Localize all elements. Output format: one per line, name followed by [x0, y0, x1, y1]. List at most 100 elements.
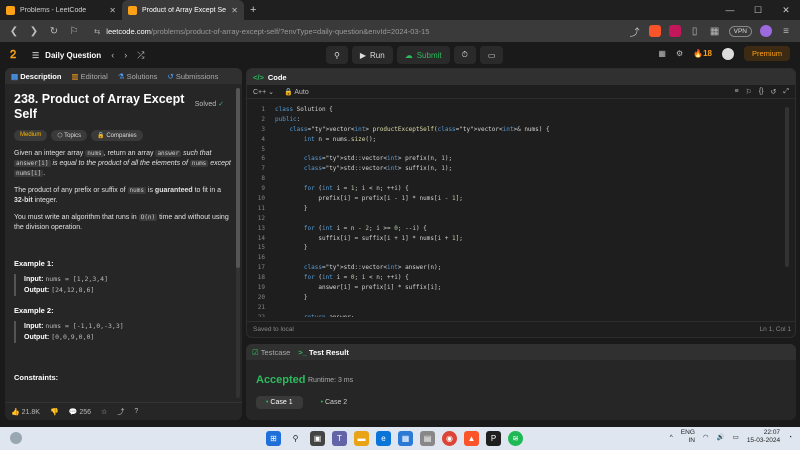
language-indicator[interactable]: ENG IN [681, 429, 695, 445]
tab-editorial[interactable]: ▥ Editorial [71, 72, 107, 81]
share-button[interactable]: ⤴ [117, 407, 124, 417]
format-icon[interactable]: ≡ [734, 88, 738, 96]
run-button[interactable]: ▶ Run [351, 46, 393, 64]
minimize-icon[interactable]: — [716, 0, 744, 20]
code-line[interactable]: 10 prefix[i] = prefix[i - 1] * nums[i - … [247, 194, 795, 204]
code-line[interactable]: 9 for (int i = 1; i < n; ++i) { [247, 184, 795, 194]
code-editor[interactable]: 1 class Solution {2 public: 3 class="ty">ve… [247, 105, 795, 317]
notification-icon[interactable]: ◔ [788, 434, 792, 441]
code-line[interactable]: 6 class="ty">std::vector<int> prefix(n, … [247, 154, 795, 164]
store-icon[interactable]: ▦ [398, 431, 413, 446]
code-line[interactable]: 8 [247, 174, 795, 184]
maximize-icon[interactable]: ☐ [744, 0, 772, 20]
close-tab-icon[interactable]: ✕ [109, 6, 116, 15]
comments-button[interactable]: 💬 256 [69, 408, 91, 416]
teams-icon[interactable]: T [332, 431, 347, 446]
tab-description[interactable]: ▤ Description [11, 72, 61, 81]
code-line[interactable]: 15 } [247, 243, 795, 253]
url-field[interactable]: ⇆ leetcode.com/problems/product-of-array… [88, 23, 621, 39]
language-select[interactable]: C++ ⌄ [253, 88, 274, 96]
new-tab-button[interactable]: + [250, 4, 256, 16]
sidebar-icon[interactable]: ▯ [689, 26, 701, 37]
profile-icon[interactable] [760, 25, 772, 37]
spotify-icon[interactable]: ≋ [508, 431, 523, 446]
tray-chevron-icon[interactable]: ^ [670, 434, 673, 441]
reset-icon[interactable]: ↺ [771, 88, 777, 96]
tab-submissions[interactable]: ↺ Submissions [167, 72, 218, 81]
wifi-icon[interactable]: ◠ [703, 433, 709, 441]
code-line[interactable]: 7 class="ty">std::vector<int> suffix(n, … [247, 164, 795, 174]
problem-title[interactable]: 238. Product of Array Except Self [14, 92, 194, 122]
fullscreen-icon[interactable]: ⤢ [783, 88, 789, 96]
app-icon[interactable]: ▤ [420, 431, 435, 446]
bookmark-icon[interactable]: ⚐ [68, 26, 80, 37]
case-1-tab[interactable]: • Case 1 [256, 396, 303, 409]
site-settings-icon[interactable]: ⇆ [94, 27, 100, 36]
problem-scrollbar[interactable] [236, 88, 240, 398]
code-line[interactable]: 2 public: [247, 115, 795, 125]
edge-icon[interactable]: e [376, 431, 391, 446]
extensions-icon[interactable]: ▦ [709, 26, 721, 37]
avatar[interactable] [721, 47, 734, 60]
pycharm-icon[interactable]: P [486, 431, 501, 446]
scrollbar-thumb[interactable] [236, 88, 240, 268]
menu-icon[interactable]: ≡ [780, 26, 792, 37]
browser-tab-problems[interactable]: Problems - LeetCode ✕ [0, 0, 122, 20]
timer-button[interactable]: ⏱ [453, 46, 476, 64]
submit-button[interactable]: ☁ Submit [396, 46, 450, 64]
battery-icon[interactable]: ▭ [733, 433, 739, 441]
premium-button[interactable]: Premium [743, 46, 790, 61]
editor-scrollbar[interactable] [785, 107, 789, 267]
brave-icon[interactable]: ▲ [464, 431, 479, 446]
forward-icon[interactable]: ❯ [28, 26, 40, 37]
case-2-tab[interactable]: • Case 2 [311, 396, 358, 409]
search-icon[interactable]: ⚲ [288, 431, 303, 446]
reload-icon[interactable]: ↻ [48, 26, 60, 37]
code-line[interactable]: 21 [247, 303, 795, 313]
code-line[interactable]: 4 int n = nums.size(); [247, 135, 795, 145]
brave-rewards-icon[interactable] [668, 25, 681, 37]
code-line[interactable]: 17 class="ty">std::vector<int> answer(n)… [247, 263, 795, 273]
shuffle-icon[interactable]: ⤮ [137, 50, 144, 61]
notes-button[interactable]: ▭ [479, 46, 504, 64]
debug-button[interactable]: ⚲ [326, 46, 348, 64]
brave-shield-icon[interactable] [648, 25, 661, 37]
tab-testcase[interactable]: ☑ Testcase [252, 348, 290, 357]
share-icon[interactable]: ⤴ [629, 24, 641, 39]
settings-icon[interactable]: ⚙ [676, 49, 683, 58]
problem-list-button[interactable]: ☰ Daily Question [32, 51, 101, 60]
companies-button[interactable]: 🔒 Companies [91, 130, 143, 141]
browser-tab-active[interactable]: Product of Array Except Self - Le ✕ [122, 0, 244, 20]
task-view-icon[interactable]: ▣ [310, 431, 325, 446]
streak-counter[interactable]: 🔥18 [693, 49, 712, 58]
favorite-button[interactable]: ☆ [101, 408, 107, 416]
auto-mode[interactable]: 🔒 Auto [284, 88, 309, 96]
close-tab-icon[interactable]: ✕ [231, 6, 238, 15]
next-problem-icon[interactable]: › [124, 50, 127, 61]
braces-icon[interactable]: {} [759, 88, 764, 96]
code-line[interactable]: 18 for (int i = 0; i < n; ++i) { [247, 273, 795, 283]
code-line[interactable]: 22 return answer; [247, 313, 795, 317]
leetcode-logo-icon[interactable]: ᒿ [10, 49, 22, 61]
file-explorer-icon[interactable]: ▬ [354, 431, 369, 446]
bookmark-icon[interactable]: ⚐ [746, 88, 752, 96]
code-line[interactable]: 20 } [247, 293, 795, 303]
help-button[interactable]: ? [134, 408, 138, 415]
code-line[interactable]: 5 [247, 145, 795, 155]
tab-test-result[interactable]: >_ Test Result [298, 348, 349, 357]
code-line[interactable]: 12 [247, 214, 795, 224]
code-line[interactable]: 14 suffix[i] = suffix[i + 1] * nums[i + … [247, 234, 795, 244]
back-icon[interactable]: ❮ [8, 26, 20, 37]
vpn-button[interactable]: VPN [728, 25, 752, 37]
code-line[interactable]: 16 [247, 253, 795, 263]
layout-icon[interactable]: ▦ [658, 49, 666, 58]
topics-button[interactable]: ⬡ Topics [51, 130, 88, 141]
code-line[interactable]: 3 class="ty">vector<int> productExceptSe… [247, 125, 795, 135]
clock[interactable]: 22:07 15-03-2024 [747, 429, 780, 445]
tab-solutions[interactable]: ⚗ Solutions [118, 72, 158, 81]
code-line[interactable]: 13 for (int i = n - 2; i >= 0; --i) { [247, 224, 795, 234]
dislike-button[interactable]: 👎 [50, 408, 59, 416]
start-icon[interactable]: ⊞ [266, 431, 281, 446]
close-window-icon[interactable]: ✕ [772, 0, 800, 20]
code-line[interactable]: 19 answer[i] = prefix[i] * suffix[i]; [247, 283, 795, 293]
